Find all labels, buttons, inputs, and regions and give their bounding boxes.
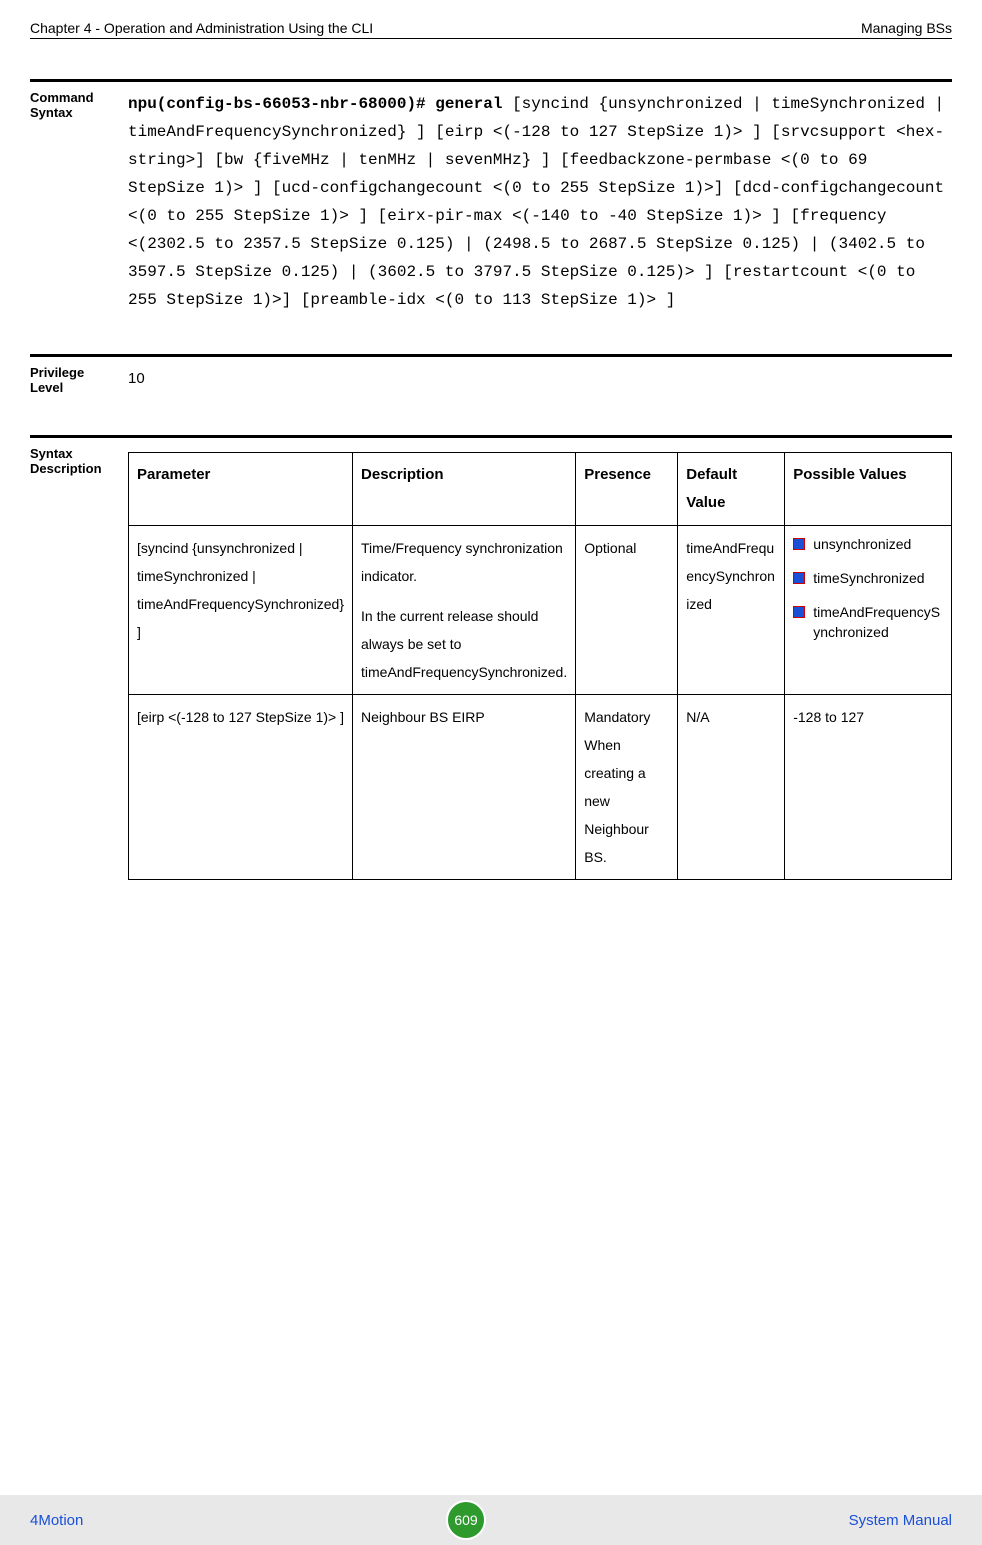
table-header-row: Parameter Description Presence Default V… bbox=[129, 453, 952, 526]
cell-parameter: [eirp <(-128 to 127 StepSize 1)> ] bbox=[129, 695, 353, 880]
cell-desc-line: Neighbour BS EIRP bbox=[361, 703, 567, 731]
footer-left: 4Motion bbox=[30, 1512, 83, 1529]
privilege-level-section: Privilege Level 10 bbox=[30, 354, 952, 395]
cell-possible-values: unsynchronized timeSynchronized timeAndF… bbox=[785, 526, 952, 695]
table-row: [syncind {unsynchronized | timeSynchroni… bbox=[129, 526, 952, 695]
privilege-level-value: 10 bbox=[128, 365, 952, 395]
cell-description: Neighbour BS EIRP bbox=[353, 695, 576, 880]
col-parameter: Parameter bbox=[129, 453, 353, 526]
syntax-description-label: Syntax Description bbox=[30, 446, 128, 880]
page-number-badge: 609 bbox=[446, 1500, 486, 1540]
cell-desc-line: Time/Frequency synchronization indicator… bbox=[361, 534, 567, 590]
cell-default: N/A bbox=[678, 695, 785, 880]
col-possible-values: Possible Values bbox=[785, 453, 952, 526]
list-item: timeAndFrequencySynchronized bbox=[793, 602, 943, 642]
command-syntax-label: Command Syntax bbox=[30, 90, 128, 314]
command-syntax-body: npu(config-bs-66053-nbr-68000)# general … bbox=[128, 90, 952, 314]
col-description: Description bbox=[353, 453, 576, 526]
list-item: unsynchronized bbox=[793, 534, 943, 554]
cell-desc-line: In the current release should always be … bbox=[361, 602, 567, 686]
list-item: timeSynchronized bbox=[793, 568, 943, 588]
command-syntax-section: Command Syntax npu(config-bs-66053-nbr-6… bbox=[30, 79, 952, 314]
col-default: Default Value bbox=[678, 453, 785, 526]
command-rest: [syncind {unsynchronized | timeSynchroni… bbox=[128, 95, 944, 309]
col-presence: Presence bbox=[576, 453, 678, 526]
header-left: Chapter 4 - Operation and Administration… bbox=[30, 20, 373, 36]
footer-right: System Manual bbox=[849, 1512, 952, 1529]
cell-presence: Mandatory When creating a new Neighbour … bbox=[576, 695, 678, 880]
command-prefix: npu(config-bs-66053-nbr-68000)# general bbox=[128, 95, 502, 113]
syntax-table: Parameter Description Presence Default V… bbox=[128, 452, 952, 880]
cell-default: timeAndFrequencySynchronized bbox=[678, 526, 785, 695]
cell-possible-values: -128 to 127 bbox=[785, 695, 952, 880]
cell-description: Time/Frequency synchronization indicator… bbox=[353, 526, 576, 695]
page-footer: 4Motion 609 System Manual bbox=[0, 1495, 982, 1545]
cell-presence: Optional bbox=[576, 526, 678, 695]
syntax-description-section: Syntax Description Parameter Description… bbox=[30, 435, 952, 880]
table-row: [eirp <(-128 to 127 StepSize 1)> ] Neigh… bbox=[129, 695, 952, 880]
page-header: Chapter 4 - Operation and Administration… bbox=[30, 20, 952, 39]
cell-parameter: [syncind {unsynchronized | timeSynchroni… bbox=[129, 526, 353, 695]
privilege-level-label: Privilege Level bbox=[30, 365, 128, 395]
header-right: Managing BSs bbox=[861, 20, 952, 36]
